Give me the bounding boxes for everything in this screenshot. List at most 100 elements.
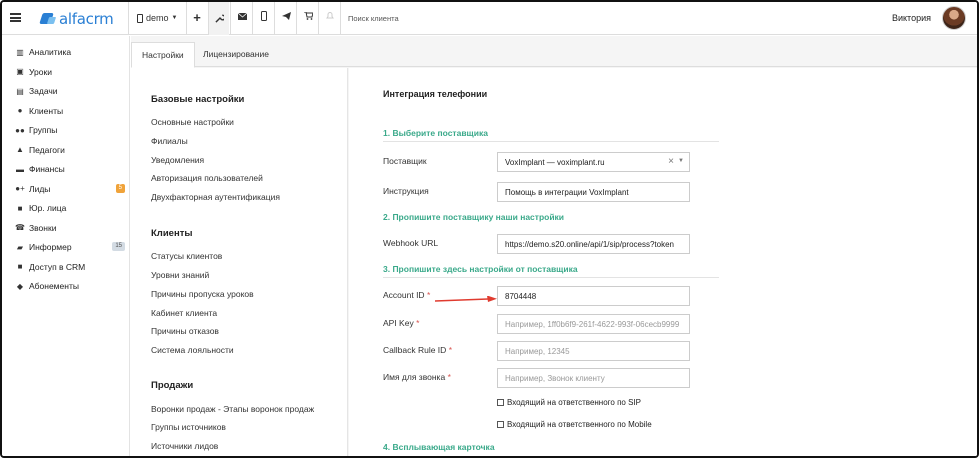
menu-link-knowledge-levels[interactable]: Уровни знаний: [151, 270, 209, 280]
sidebar-item[interactable]: ▣ Уроки: [15, 65, 125, 79]
users-icon: ●●: [15, 125, 25, 135]
sidebar-item-label: Уроки: [29, 66, 52, 77]
divider: [186, 2, 187, 35]
sidebar-item[interactable]: ▥ Аналитика: [15, 45, 125, 59]
menu-link-absence-reasons[interactable]: Причины пропуска уроков: [151, 289, 254, 299]
menu-link-2fa[interactable]: Двухфакторная аутентификация: [151, 192, 280, 202]
sidebar-item[interactable]: ▤ Задачи: [15, 84, 125, 98]
plus-icon[interactable]: +: [190, 11, 204, 25]
annotation-arrow: [435, 296, 497, 302]
api-key-field[interactable]: Например, 1ff0b6f9-261f-4622-993f-06cecb…: [497, 314, 690, 334]
checkbox-box[interactable]: [497, 399, 504, 406]
menu-link-user-auth[interactable]: Авторизация пользователей: [151, 173, 263, 183]
mobile-checkbox[interactable]: Входящий на ответственного по Mobile: [497, 420, 652, 429]
sidebar-item-label: Аналитика: [29, 47, 72, 57]
provider-value: VoxImplant — voximplant.ru: [505, 158, 605, 167]
account-id-label: Account ID *: [383, 290, 430, 300]
book-icon: ▥: [16, 47, 24, 57]
tab-settings[interactable]: Настройки: [131, 42, 195, 68]
sidebar-item-label: Юр. лица: [29, 203, 67, 213]
avatar[interactable]: [942, 6, 966, 30]
provider-select[interactable]: VoxImplant — voximplant.ru × ▼: [497, 152, 690, 172]
sidebar-item[interactable]: ☎ Звонки: [15, 221, 125, 235]
sidebar-item[interactable]: ▲ Педагоги: [15, 143, 125, 157]
divider: [318, 2, 319, 35]
menu-link-lead-sources[interactable]: Источники лидов: [151, 441, 218, 451]
sidebar-item-label: Абонементы: [29, 281, 79, 291]
tab-licensing[interactable]: Лицензирование: [193, 42, 279, 68]
mobile-checkbox-label: Входящий на ответственного по Mobile: [507, 420, 652, 429]
search-input[interactable]: Поиск клиента: [348, 14, 399, 23]
section-title-sales: Продажи: [151, 380, 194, 391]
required-mark: *: [448, 345, 452, 355]
clear-icon[interactable]: ×: [668, 156, 674, 167]
section-title-clients: Клиенты: [151, 228, 193, 239]
calendar-icon: ▣: [16, 67, 24, 76]
telephony-panel: Интеграция телефонии 1. Выберите поставщ…: [349, 68, 977, 456]
step-1-title: 1. Выберите поставщика: [383, 128, 719, 142]
main-content: Настройки Лицензирование Базовые настрой…: [131, 36, 977, 456]
sidebar-item-label: Педагоги: [29, 144, 65, 155]
required-mark: *: [426, 290, 431, 300]
divider: [252, 2, 253, 35]
menu-link-client-cabinet[interactable]: Кабинет клиента: [151, 308, 217, 318]
sidebar: ▥ Аналитика ▣ Уроки ▤ Задачи ● Клиенты ●● Группы ▲…: [2, 36, 130, 456]
user-icon: ●: [17, 106, 23, 115]
menu-link-main-settings[interactable]: Основные настройки: [151, 117, 234, 127]
logo-mark-icon: [40, 12, 56, 26]
phone-icon: ☎: [15, 223, 25, 232]
sidebar-item[interactable]: ■ Юр. лица: [15, 201, 125, 215]
menu-link-branches[interactable]: Филиалы: [151, 136, 188, 146]
sidebar-item[interactable]: ▬ Финансы: [15, 162, 125, 176]
divider: [230, 2, 231, 35]
inbox-icon: ▰: [16, 242, 24, 252]
user-plus-icon: ●+: [15, 184, 25, 193]
callback-rule-label: Callback Rule ID *: [383, 345, 452, 355]
logo-text: alfacrm: [59, 10, 114, 28]
page-title: Интеграция телефонии: [383, 89, 488, 99]
wrench-icon[interactable]: [209, 2, 229, 35]
callback-rule-field[interactable]: Например, 12345: [497, 341, 690, 361]
webhook-url-field[interactable]: https://demo.s20.online/api/1/sip/proces…: [497, 234, 690, 254]
sidebar-item[interactable]: ● Клиенты: [15, 104, 125, 118]
sidebar-item[interactable]: ◆ Абонементы: [15, 279, 125, 293]
sidebar-item[interactable]: ▰ Информер 15: [15, 240, 125, 254]
menu-link-refusal-reasons[interactable]: Причины отказов: [151, 326, 219, 336]
user-name[interactable]: Виктория: [892, 13, 931, 23]
sidebar-item-label: Клиенты: [29, 105, 64, 116]
count-badge: 15: [112, 242, 125, 251]
money-icon: ▬: [16, 164, 24, 174]
api-key-label: API Key *: [383, 318, 419, 328]
sidebar-item-label: Лиды: [29, 183, 51, 194]
sidebar-item-label: Доступ в CRM: [29, 261, 86, 272]
telegram-icon[interactable]: [279, 11, 293, 25]
tab-bar: Настройки Лицензирование: [131, 36, 977, 68]
branch-label: demo: [146, 13, 169, 23]
bell-icon[interactable]: [323, 11, 337, 25]
menu-link-client-statuses[interactable]: Статусы клиентов: [151, 251, 222, 261]
step-2-title: 2. Пропишите поставщику наши настройки: [383, 212, 565, 222]
instruction-field[interactable]: Помощь в интеграции VoxImplant: [497, 182, 690, 202]
sidebar-item[interactable]: ■ Доступ в CRM: [15, 260, 125, 274]
call-name-field[interactable]: Например, Звонок клиенту: [497, 368, 690, 388]
sidebar-item-label: Задачи: [29, 86, 58, 96]
menu-link-loyalty[interactable]: Система лояльности: [151, 345, 234, 355]
sidebar-item[interactable]: ●● Группы: [15, 123, 125, 137]
sidebar-item-label: Финансы: [29, 164, 65, 174]
mobile-icon[interactable]: [257, 11, 271, 25]
divider: [340, 2, 341, 35]
menu-link-sales-funnels[interactable]: Воронки продаж - Этапы воронок продаж: [151, 404, 314, 414]
branch-selector[interactable]: demo ▼: [137, 13, 177, 23]
menu-link-notifications[interactable]: Уведомления: [151, 155, 204, 165]
cart-icon[interactable]: [301, 11, 315, 25]
logo[interactable]: alfacrm: [40, 10, 114, 28]
sip-checkbox[interactable]: Входящий на ответственного по SIP: [497, 398, 641, 407]
menu-icon[interactable]: [10, 13, 21, 22]
sidebar-item-label: Группы: [29, 125, 58, 135]
sidebar-item[interactable]: ●+ Лиды 5: [15, 182, 125, 196]
menu-link-source-groups[interactable]: Группы источников: [151, 422, 226, 432]
account-id-field[interactable]: 8704448: [497, 286, 690, 306]
envelope-icon[interactable]: [235, 11, 249, 25]
sidebar-item-label: Звонки: [29, 222, 57, 233]
checkbox-box[interactable]: [497, 421, 504, 428]
